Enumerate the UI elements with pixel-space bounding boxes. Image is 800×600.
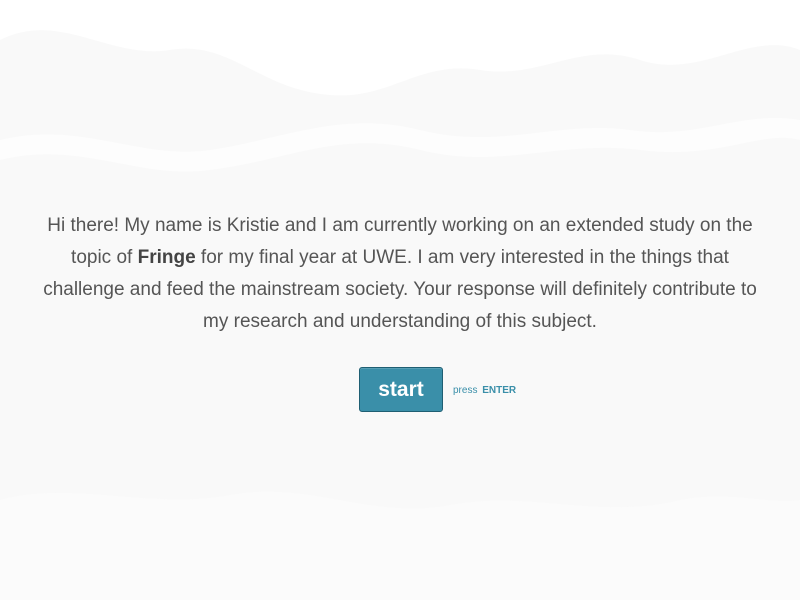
welcome-message: Hi there! My name is Kristie and I am cu…: [40, 210, 760, 338]
start-button[interactable]: start: [359, 367, 443, 412]
fringe-emphasis: Fringe: [137, 247, 196, 268]
press-enter-prefix: press: [453, 385, 478, 396]
press-enter-hint: press ENTER: [453, 385, 516, 396]
enter-key-label: ENTER: [482, 385, 517, 396]
start-actions: start press ENTER: [359, 367, 516, 412]
